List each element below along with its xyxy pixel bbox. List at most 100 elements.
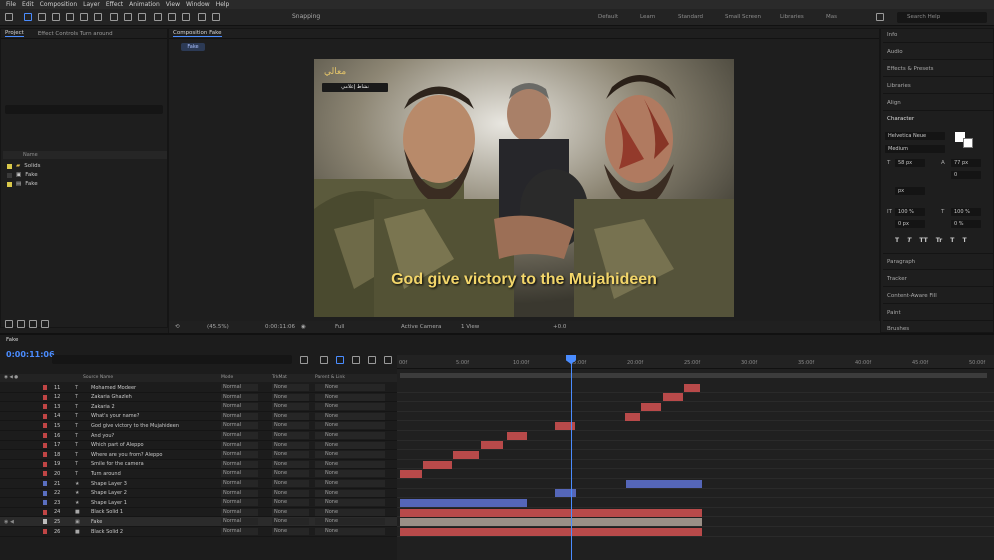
layer-duration-bar[interactable] [481,441,503,450]
layer-row[interactable]: 26 ■ Black Solid 2 Normal None None [0,527,397,537]
baseline-shift-field[interactable]: 0 px [895,220,925,228]
track-matte-dropdown[interactable]: None [272,432,309,439]
parent-dropdown[interactable]: None [315,518,385,526]
panel-paint[interactable]: Paint [887,310,901,316]
blending-mode-dropdown[interactable]: Normal [221,489,258,497]
parent-dropdown[interactable]: None [315,508,385,516]
label-color[interactable] [43,481,47,486]
selection-tool-icon[interactable] [24,13,32,21]
parent-dropdown[interactable]: None [315,384,385,391]
track-matte-dropdown[interactable]: None [272,384,309,391]
tab-composition-fake[interactable]: Composition Fake [173,30,222,37]
current-time-indicator-line[interactable] [571,355,572,560]
superscript-button[interactable]: T [950,237,954,244]
track-matte-dropdown[interactable]: None [272,489,309,497]
panel-tracker[interactable]: Tracker [887,276,907,282]
roto-brush-tool-icon[interactable] [198,13,206,21]
panel-brushes[interactable]: Brushes [887,326,909,332]
layer-row[interactable]: 12 T Zakaria Ghazleh Normal None None [0,393,397,403]
workspace-learn[interactable]: Learn [640,14,655,20]
subscript-button[interactable]: T [962,237,966,244]
tab-project[interactable]: Project [5,30,24,37]
layer-name[interactable]: Which part of Aleppo [91,442,144,448]
project-item-fake-footage[interactable]: ▤ Fake [7,181,38,187]
layer-duration-bar[interactable] [400,498,527,507]
leading-field[interactable]: 77 px [951,159,981,167]
blending-mode-dropdown[interactable]: Normal [221,460,258,468]
blending-mode-dropdown[interactable]: Normal [221,403,258,411]
layer-row[interactable]: 14 T What's your name? Normal None None [0,412,397,422]
layer-row[interactable]: 19 T Smile for the camera Normal None None [0,460,397,470]
layer-row[interactable]: 21 ★ Shape Layer 3 Normal None None [0,479,397,489]
font-family-dropdown[interactable]: Helvetica Neue [885,132,945,140]
parent-dropdown[interactable]: None [315,460,385,468]
hand-tool-icon[interactable] [38,13,46,21]
layer-row[interactable]: 23 ★ Shape Layer 1 Normal None None [0,498,397,508]
layer-row[interactable]: 13 T Zakaria 2 Normal None None [0,402,397,412]
stroke-width-field[interactable]: px [895,187,925,195]
blending-mode-dropdown[interactable]: Normal [221,451,258,459]
layer-name[interactable]: And you? [91,433,114,439]
snapshot-icon[interactable]: ◉ [301,324,306,330]
vertical-scale-field[interactable]: 100 % [895,208,925,216]
layer-name[interactable]: Shape Layer 2 [91,490,127,496]
timeline-current-time[interactable]: 0:00:11:06 [6,350,55,359]
layer-duration-bar[interactable] [400,527,702,536]
workspace-default[interactable]: Default [598,14,618,20]
font-size-field[interactable]: 58 px [895,159,925,167]
parent-dropdown[interactable]: None [315,499,385,507]
layer-duration-bar[interactable] [400,518,702,527]
layer-name[interactable]: Mohamed Modeer [91,385,136,391]
dolly-tool-icon[interactable] [94,13,102,21]
project-item-solids[interactable]: ▰ Solids [7,163,41,169]
parent-dropdown[interactable]: None [315,451,385,459]
panel-effects-presets[interactable]: Effects & Presets [887,66,934,72]
motion-blur-icon[interactable] [352,356,360,364]
work-area-bar[interactable] [400,373,987,378]
tsume-field[interactable]: 0 % [951,220,981,228]
layer-name[interactable]: Black Solid 1 [91,509,123,515]
tab-effect-controls[interactable]: Effect Controls Turn around [38,31,113,37]
layer-duration-bar[interactable] [507,431,527,440]
layer-duration-bar[interactable] [684,383,700,392]
layer-name[interactable]: God give victory to the Mujahideen [91,423,179,429]
parent-dropdown[interactable]: None [315,412,385,420]
composition-footage-frame[interactable]: معالي نشاط إعلامي God give victory to th… [314,59,734,317]
label-color[interactable] [43,433,47,438]
tracking-field[interactable]: 0 [951,171,981,179]
layer-duration-bar[interactable] [400,508,702,517]
faux-italic-button[interactable]: T [907,237,911,244]
panel-content-aware-fill[interactable]: Content-Aware Fill [887,293,937,299]
tab-timeline-fake[interactable]: Fake [6,337,18,343]
horizontal-scale-field[interactable]: 100 % [951,208,981,216]
label-color[interactable] [43,529,47,534]
track-matte-dropdown[interactable]: None [272,508,309,516]
new-folder-icon[interactable] [17,320,25,328]
track-matte-dropdown[interactable]: None [272,393,309,401]
interpret-footage-icon[interactable] [5,320,13,328]
rectangle-tool-icon[interactable] [110,13,118,21]
label-color[interactable] [43,442,47,448]
menu-animation[interactable]: Animation [129,1,160,8]
help-search-input[interactable]: Search Help [897,12,987,23]
subtitle-text[interactable]: God give victory to the Mujahideen [314,271,734,289]
snapping-toggle[interactable]: Snapping [292,13,320,20]
parent-dropdown[interactable]: None [315,432,385,439]
parent-dropdown[interactable]: None [315,422,385,430]
label-color[interactable] [43,471,47,477]
panel-character[interactable]: Character [887,116,914,122]
label-color[interactable] [43,413,47,419]
label-color[interactable] [43,461,47,467]
layer-row[interactable]: 22 ★ Shape Layer 2 Normal None None [0,489,397,499]
panel-audio[interactable]: Audio [887,49,903,55]
layer-duration-bar[interactable] [625,412,640,421]
layer-duration-bar[interactable] [663,393,683,402]
track-matte-dropdown[interactable]: None [272,441,309,449]
home-icon[interactable] [5,13,13,21]
track-matte-dropdown[interactable]: None [272,403,309,411]
panel-toggle-icon[interactable] [876,13,884,21]
menu-composition[interactable]: Composition [40,1,77,8]
layer-name[interactable]: Fake [91,519,102,525]
panel-info[interactable]: Info [887,32,897,38]
blending-mode-dropdown[interactable]: Normal [221,508,258,516]
